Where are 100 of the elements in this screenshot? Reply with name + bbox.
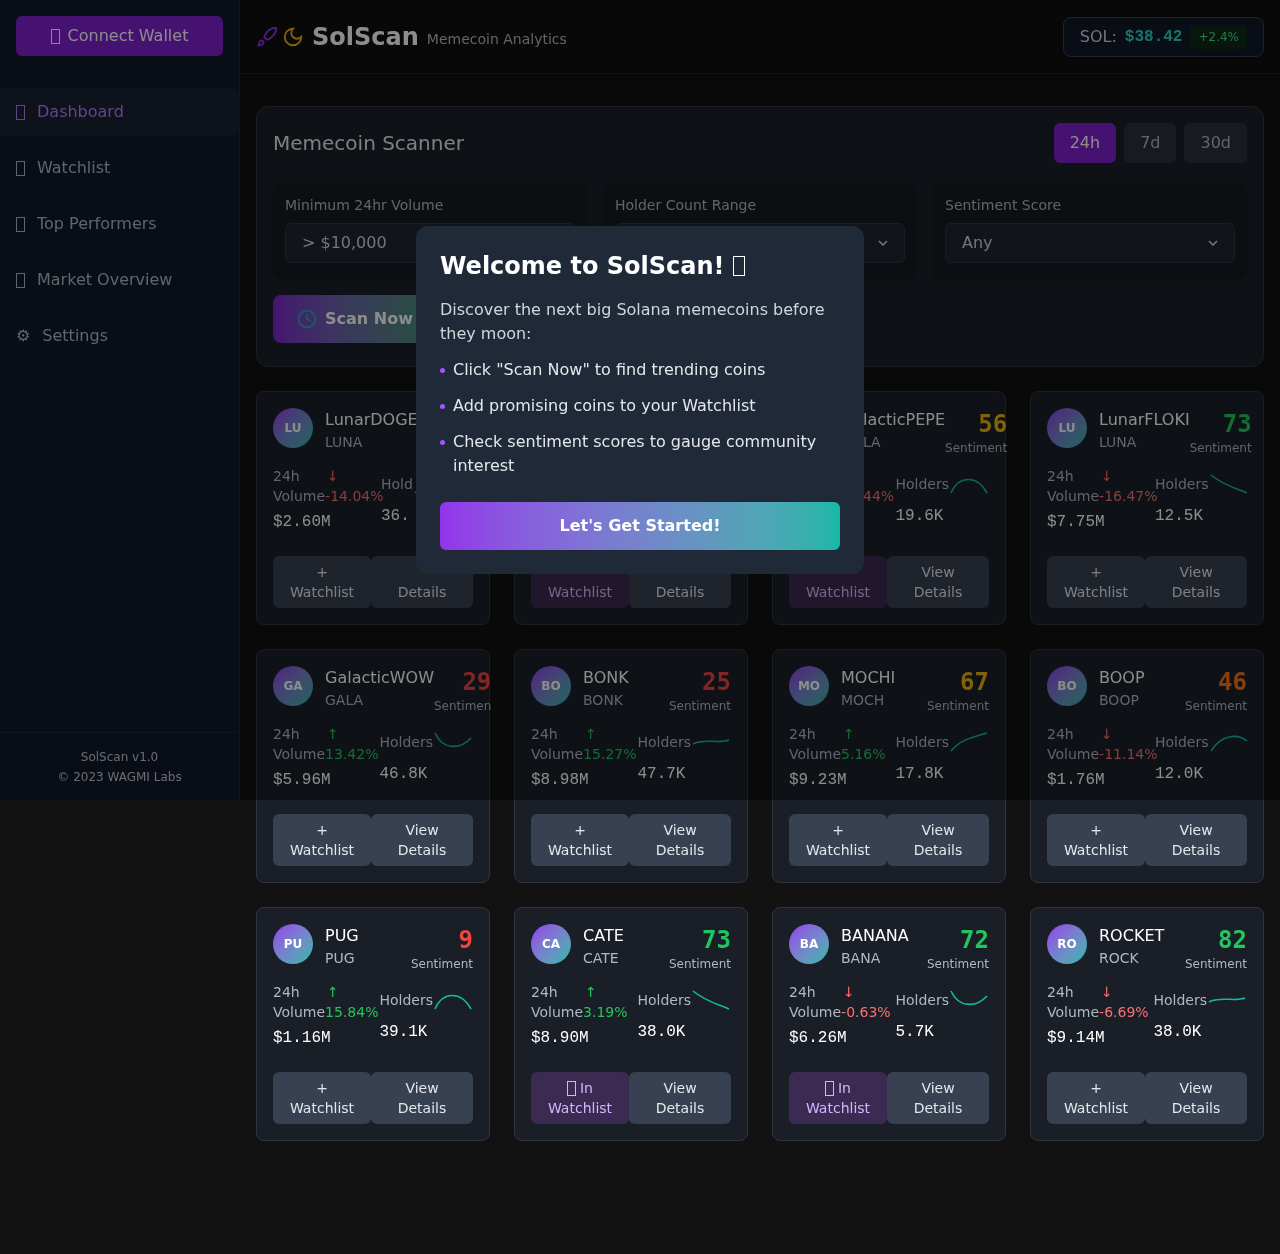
volume-value: $8.90M [531,1028,590,1049]
holders-value: 46.8K [379,764,429,785]
price-label: SOL: [1079,25,1117,48]
coin-avatar: BO [531,666,571,706]
coin-name: CATE [583,925,624,947]
sentiment-score: 9 [458,925,473,956]
coin-name: BANANA [841,925,909,947]
volume-label: Volume [273,487,326,506]
holders-label: Holders [379,991,433,1010]
volume-label: Volume [1047,745,1100,764]
coin-name: ROCKET [1099,925,1165,947]
holders-value: 38.0K [1153,1022,1203,1043]
trend-arrow: ↓ [1101,725,1113,744]
holders-label: Holders [1153,991,1207,1010]
holders-label: Holders [1155,475,1209,492]
coin-symbol: PUG [325,949,355,968]
trend-arrow: ↑ [843,725,855,744]
sentiment-label: Sentiment [926,698,989,714]
change-percent: 44% [863,487,895,506]
holders-value: 12.0K [1155,764,1204,785]
period-label: 24h [273,983,301,1002]
trend-arrow: ↓ [327,467,339,486]
period-label: 24h [1047,725,1075,744]
coin-avatar: CA [531,924,571,964]
coin-symbol: LUNA [1099,433,1137,452]
volume-label: Volume [789,745,842,764]
trend-arrow: ↑ [585,983,597,1002]
trend-arrow: ↑ [585,725,597,744]
coin-avatar: LU [273,408,313,448]
volume-label: Volume [789,1003,842,1022]
trend-arrow: ↑ [327,983,339,1002]
change-percent: 15.84% [325,1003,379,1022]
price-change: +2.4% [1190,24,1247,49]
trend-arrow: ↓ [1101,467,1113,486]
coin-name: LunarDOGE [325,409,418,431]
coin-avatar: MO [789,666,829,706]
footer-text: SolScan v1.0 [80,748,159,766]
volume-label: Volume [1047,1003,1100,1022]
filter-label: Sentiment Score [945,196,1063,215]
holders-label: Hold [381,475,413,492]
sentiment-score: 46 [1218,667,1247,698]
coin-symbol: BONK [583,691,624,710]
holders-label: Holders [895,991,949,1010]
coin-avatar: BO [1047,666,1087,706]
sentiment-label: Sentiment [410,956,473,972]
coin-name: lacticPEPE [863,409,946,431]
change-percent: -0.63% [841,1003,891,1022]
coin-symbol: BANA [841,949,881,968]
sentiment-score: 73 [1222,409,1252,440]
volume-label: Volume [531,745,584,764]
footer-text: © 2023 WAGMI Labs [57,768,182,786]
dialog-bullet: Check sentiment scores to gauge community interest [453,431,818,477]
holders-label: Holders [895,475,949,494]
filter-label: Minimum 24hr Volume [285,196,445,215]
change-percent: -6.69% [1099,1003,1149,1022]
sentiment-label: Sentiment [668,698,731,714]
change-percent: -14.04% [325,488,384,506]
volume-value: $5.96M [273,770,332,791]
holders-value: 17.8K [895,764,945,785]
holders-value: 38.0K [637,1022,687,1043]
holders-value: 47.7K [637,764,687,785]
holders-value: 19.6K [895,506,945,527]
coin-avatar: LU [1047,408,1087,448]
holders-value: 5.7K [895,1022,935,1043]
change-percent: 15.27% [583,745,637,764]
period-label: 24h [789,983,817,1002]
coin-name: BONK [583,667,629,689]
change-percent: -11.14% [1099,746,1158,764]
holders-label: Holders [1155,733,1209,750]
change-percent: 13.42% [325,745,379,764]
holders-label: Holders [637,991,691,1010]
sentiment-score: 82 [1218,925,1247,956]
holders-label: Holders [895,733,949,752]
change-percent: -16.47% [1099,488,1158,506]
holders-value: 36. [381,506,411,527]
holders-value: 39.1K [379,1022,429,1043]
change-percent: 3.19% [583,1003,628,1022]
price-value: $38.42 [1124,26,1183,48]
coin-avatar: GA [273,666,313,706]
sentiment-score: 67 [960,667,989,698]
coin-symbol: MOCH [841,691,885,710]
volume-value: $8.98M [531,770,590,791]
coin-symbol: LA [863,433,881,452]
sentiment-score: 56 [978,409,1008,440]
volume-label: Volume [1047,487,1100,506]
coin-name: PUG [325,925,359,947]
coin-symbol: CATE [583,949,619,968]
sentiment-label: Sentiment [945,440,1008,456]
change-percent: 5.16% [841,745,886,764]
volume-value: $6.26M [789,1028,848,1049]
holders-label: Holders [637,733,691,752]
sentiment-label: Sentiment [1184,956,1247,972]
dialog-bullet: Click "Scan Now" to find trending coins [453,359,766,381]
coin-symbol: LUNA [325,433,363,452]
volume-value: $9.23M [789,770,848,791]
sentiment-score: 29 [462,667,492,698]
volume-value: $1.76M [1047,770,1106,791]
period-label: 24h [531,725,559,744]
volume-label: Volume [273,745,326,764]
sentiment-label: Sentiment [668,956,731,972]
